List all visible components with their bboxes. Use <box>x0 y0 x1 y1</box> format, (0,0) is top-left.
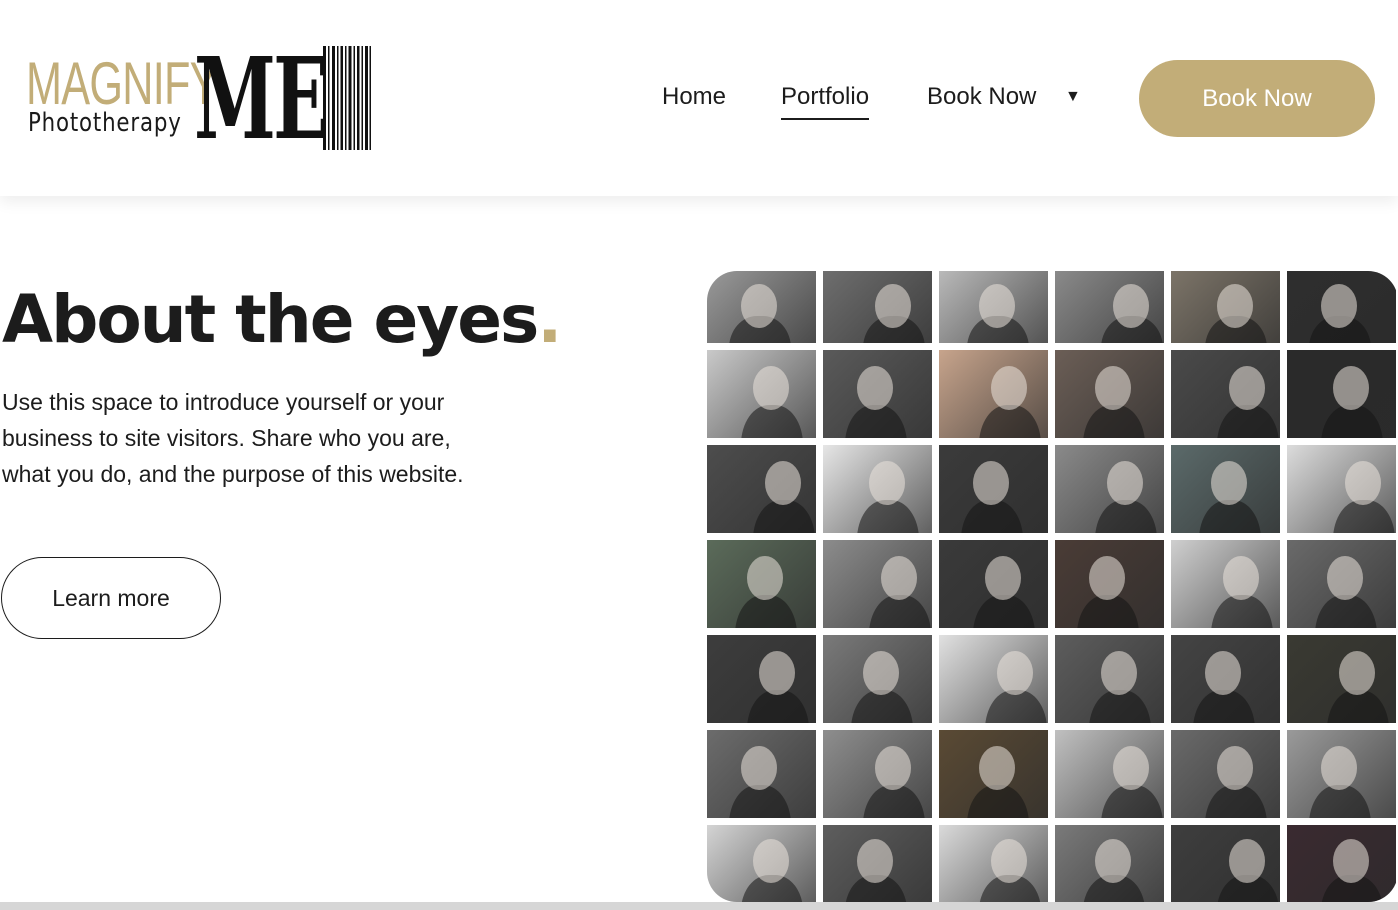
gallery-photo[interactable] <box>1055 271 1164 343</box>
book-now-button[interactable]: Book Now <box>1139 60 1375 137</box>
gallery-photo[interactable] <box>823 445 932 533</box>
gallery-photo[interactable] <box>939 540 1048 628</box>
portrait-face <box>1095 365 1131 410</box>
gallery-photo[interactable] <box>1055 540 1164 628</box>
gallery-photo[interactable] <box>707 271 816 343</box>
portrait-face <box>875 745 911 790</box>
gallery-photo[interactable] <box>707 730 816 818</box>
gallery-photo[interactable] <box>823 825 932 902</box>
portrait-face <box>1113 745 1149 790</box>
logo-me-text: ME <box>194 34 330 165</box>
portrait-face <box>979 745 1015 790</box>
portrait-face <box>875 283 911 328</box>
gallery-photo[interactable] <box>707 825 816 902</box>
photo-gallery <box>707 271 1398 902</box>
gallery-photo[interactable] <box>1287 635 1396 723</box>
portrait-face <box>1321 745 1357 790</box>
gallery-photo[interactable] <box>707 445 816 533</box>
portrait-face <box>741 745 777 790</box>
gallery-photo[interactable] <box>939 445 1048 533</box>
gallery-photo[interactable] <box>1171 271 1280 343</box>
site-logo[interactable]: MAGNIFY Phototherapy ME <box>26 34 376 165</box>
learn-more-button[interactable]: Learn more <box>1 557 221 639</box>
portrait-face <box>991 365 1027 410</box>
portrait-face <box>1333 365 1369 410</box>
gallery-photo[interactable] <box>1055 445 1164 533</box>
portrait-face <box>1101 650 1137 695</box>
logo-magnify-text: MAGNIFY <box>26 50 218 117</box>
gallery-photo[interactable] <box>1287 271 1396 343</box>
gallery-photo[interactable] <box>1287 730 1396 818</box>
gallery-photo[interactable] <box>939 271 1048 343</box>
gallery-photo[interactable] <box>1171 635 1280 723</box>
gallery-photo[interactable] <box>939 350 1048 438</box>
portrait-face <box>1211 460 1247 505</box>
barcode-icon <box>323 46 371 150</box>
portrait-face <box>741 283 777 328</box>
page-title-text: About the eyes <box>2 281 539 358</box>
gallery-photo[interactable] <box>1287 350 1396 438</box>
intro-text: Use this space to introduce yourself or … <box>2 389 464 487</box>
portrait-face <box>1339 650 1375 695</box>
chevron-down-icon[interactable]: ▼ <box>1065 82 1081 112</box>
portrait-face <box>1217 283 1253 328</box>
gallery-photo[interactable] <box>1171 825 1280 902</box>
gallery-photo[interactable] <box>1171 445 1280 533</box>
portrait-face <box>973 460 1009 505</box>
gallery-photo[interactable] <box>939 730 1048 818</box>
portrait-face <box>765 460 801 505</box>
gallery-photo[interactable] <box>939 825 1048 902</box>
gallery-photo[interactable] <box>823 350 932 438</box>
nav-link-book-now[interactable]: Book Now <box>927 82 1036 112</box>
title-accent-dot: . <box>537 281 562 358</box>
portrait-face <box>869 460 905 505</box>
portrait-face <box>985 555 1021 600</box>
nav-link-portfolio[interactable]: Portfolio <box>781 82 870 120</box>
gallery-photo[interactable] <box>823 635 932 723</box>
portrait-face <box>1345 460 1381 505</box>
logo-phototherapy-text: Phototherapy <box>28 108 182 138</box>
portrait-face <box>863 650 899 695</box>
portrait-face <box>753 365 789 410</box>
portrait-face <box>1327 555 1363 600</box>
portrait-face <box>1089 555 1125 600</box>
portrait-face <box>1205 650 1241 695</box>
gallery-photo[interactable] <box>707 635 816 723</box>
gallery-photo[interactable] <box>939 635 1048 723</box>
portrait-face <box>1229 365 1265 410</box>
site-header: MAGNIFY Phototherapy ME Home Portfolio B… <box>0 0 1398 196</box>
gallery-photo[interactable] <box>1171 350 1280 438</box>
horizontal-scrollbar[interactable] <box>0 902 1398 910</box>
portrait-face <box>1217 745 1253 790</box>
gallery-photo[interactable] <box>1171 730 1280 818</box>
gallery-photo[interactable] <box>823 730 932 818</box>
page-title: About the eyes. <box>2 280 562 360</box>
gallery-photo[interactable] <box>1287 825 1396 902</box>
portrait-face <box>857 365 893 410</box>
portrait-face <box>759 650 795 695</box>
gallery-photo[interactable] <box>823 540 932 628</box>
gallery-photo[interactable] <box>1055 825 1164 902</box>
gallery-photo[interactable] <box>1055 635 1164 723</box>
nav-link-home[interactable]: Home <box>662 82 726 112</box>
portrait-face <box>747 555 783 600</box>
gallery-photo[interactable] <box>1287 445 1396 533</box>
gallery-photo[interactable] <box>1287 540 1396 628</box>
portrait-face <box>1321 283 1357 328</box>
portrait-face <box>1113 283 1149 328</box>
portrait-face <box>881 555 917 600</box>
portrait-face <box>997 650 1033 695</box>
gallery-photo[interactable] <box>707 540 816 628</box>
gallery-photo[interactable] <box>1055 350 1164 438</box>
portrait-face <box>1223 555 1259 600</box>
gallery-photo[interactable] <box>1055 730 1164 818</box>
gallery-photo[interactable] <box>823 271 932 343</box>
portrait-face <box>979 283 1015 328</box>
gallery-photo[interactable] <box>707 350 816 438</box>
portrait-face <box>1107 460 1143 505</box>
gallery-photo[interactable] <box>1171 540 1280 628</box>
